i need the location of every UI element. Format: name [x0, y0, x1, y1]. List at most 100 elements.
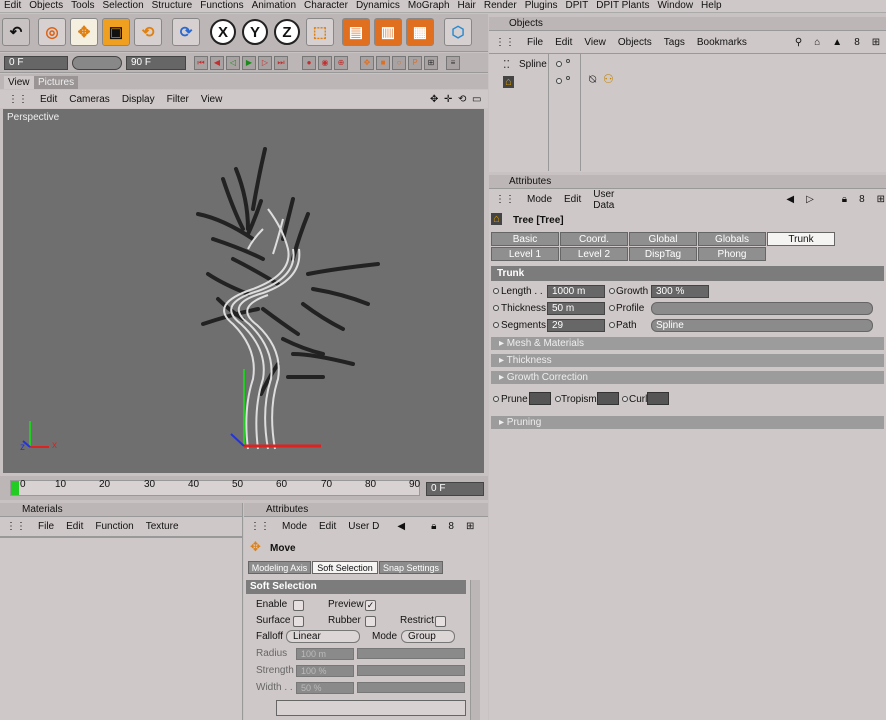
menu-character[interactable]: Character — [300, 0, 352, 12]
strength-slider[interactable] — [357, 665, 465, 676]
current-frame-field[interactable]: 0 F — [426, 482, 484, 496]
width-slider[interactable] — [357, 682, 465, 693]
timeline-icon[interactable]: ≡ — [446, 56, 460, 70]
tab-view[interactable]: View — [4, 76, 34, 89]
play-icon[interactable]: ▶ — [242, 56, 256, 70]
key-rotation-icon[interactable]: ○ — [392, 56, 406, 70]
visibility-dot[interactable] — [566, 76, 570, 80]
timeline-playhead[interactable] — [11, 481, 19, 495]
tab-pictures[interactable]: Pictures — [34, 76, 79, 89]
radius-slider[interactable] — [357, 648, 465, 659]
object-tree[interactable]: Tree — [519, 76, 539, 87]
lock-icon[interactable]: 🔒︎ — [836, 194, 853, 205]
profile-spline-field[interactable] — [651, 302, 873, 315]
falloff-graph[interactable] — [276, 700, 466, 716]
scrollbar[interactable] — [470, 580, 480, 720]
tab-phong[interactable]: Phong — [698, 247, 766, 261]
tropism-toggle[interactable] — [597, 392, 619, 405]
animate-dot[interactable] — [493, 396, 499, 402]
lock-icon[interactable]: 🔒︎ — [425, 521, 442, 532]
surface-checkbox[interactable] — [293, 616, 304, 627]
maximize-view-icon[interactable]: ▭ — [466, 94, 487, 105]
tab-snap-settings[interactable]: Snap Settings — [379, 561, 443, 574]
animate-dot[interactable] — [609, 288, 615, 294]
tab-disptag[interactable]: DispTag — [629, 247, 697, 261]
attr-menu-edit[interactable]: Edit — [558, 194, 587, 205]
prev-key-icon[interactable]: ◀ — [210, 56, 224, 70]
record-icon[interactable]: ● — [302, 56, 316, 70]
start-frame-field[interactable]: 0 F — [4, 56, 68, 70]
animate-dot[interactable] — [609, 322, 615, 328]
viewport-menu-view[interactable]: View — [195, 94, 229, 105]
lock-x-axis-button[interactable]: X — [210, 19, 236, 45]
animate-dot[interactable] — [609, 305, 615, 311]
menu-selection[interactable]: Selection — [99, 0, 148, 12]
tab-globals-output[interactable]: Globals Output — [698, 232, 766, 259]
live-selection-icon[interactable]: ◎ — [38, 18, 66, 46]
viewport-menu-edit[interactable]: Edit — [34, 94, 63, 105]
objects-menu-bookmarks[interactable]: Bookmarks — [691, 37, 753, 48]
menu-dpit[interactable]: DPIT — [562, 0, 593, 12]
lock-z-axis-button[interactable]: Z — [274, 19, 300, 45]
frame-slider[interactable] — [72, 56, 122, 70]
menu-structure[interactable]: Structure — [148, 0, 197, 12]
menu-help[interactable]: Help — [697, 0, 726, 12]
objects-menu-objects[interactable]: Objects — [612, 37, 658, 48]
prev-frame-icon[interactable]: ◁ — [226, 56, 240, 70]
perspective-viewport[interactable]: Perspective x z — [3, 109, 484, 473]
attr-menu-userdata[interactable]: User Data — [587, 189, 620, 211]
expand-icon[interactable]: ⊞ — [460, 521, 480, 532]
timeline-ruler[interactable] — [10, 480, 420, 496]
undo-icon[interactable]: ↶ — [2, 18, 30, 46]
key-position-icon[interactable]: ✥ — [360, 56, 374, 70]
timeline[interactable]: 0 10 20 30 40 50 60 70 80 90 0 F — [0, 476, 488, 500]
objects-menu-edit[interactable]: Edit — [549, 37, 578, 48]
tool-attr-menu-edit[interactable]: Edit — [313, 521, 342, 532]
animate-dot[interactable] — [493, 305, 499, 311]
end-frame-field[interactable]: 90 F — [126, 56, 186, 70]
materials-menu-file[interactable]: File — [32, 521, 60, 532]
menu-render[interactable]: Render — [480, 0, 521, 12]
next-frame-icon[interactable]: ▷ — [258, 56, 272, 70]
pruning-group[interactable]: ▸ Pruning — [491, 416, 884, 429]
visibility-dot[interactable] — [556, 61, 562, 67]
expand-icon[interactable]: ⊞ — [866, 37, 886, 48]
segments-field[interactable]: 29 — [547, 319, 605, 332]
tool-attr-menu-mode[interactable]: Mode — [276, 521, 313, 532]
expand-icon[interactable]: ⊞ — [871, 194, 886, 205]
menu-edit[interactable]: Edit — [0, 0, 25, 12]
preview-checkbox[interactable]: ✓ — [365, 600, 376, 611]
tab-trunk[interactable]: Trunk — [767, 232, 835, 246]
back-arrow-icon[interactable]: ◀ — [780, 194, 800, 205]
menu-dpit-plants[interactable]: DPIT Plants — [592, 0, 653, 12]
curl-toggle[interactable] — [647, 392, 669, 405]
menu-objects[interactable]: Objects — [25, 0, 67, 12]
tab-basic[interactable]: Basic — [491, 232, 559, 246]
mode-dropdown[interactable]: Group — [401, 630, 455, 643]
home-icon[interactable]: ⌂ — [808, 37, 826, 48]
move-tool-icon[interactable]: ✥ — [70, 18, 98, 46]
enable-checkbox[interactable] — [293, 600, 304, 611]
lock-y-axis-button[interactable]: Y — [242, 19, 268, 45]
thickness-group[interactable]: ▸ Thickness — [491, 354, 884, 367]
new-panel-icon[interactable]: 8 — [853, 194, 871, 205]
tab-soft-selection[interactable]: Soft Selection — [312, 561, 378, 574]
viewport-menu-cameras[interactable]: Cameras — [63, 94, 116, 105]
menu-window[interactable]: Window — [653, 0, 697, 12]
up-icon[interactable]: ▲ — [826, 37, 848, 48]
search-icon[interactable]: ⚲ — [789, 37, 808, 48]
key-pla-icon[interactable]: ⊞ — [424, 56, 438, 70]
tab-coord[interactable]: Coord. — [560, 232, 628, 246]
materials-menu-texture[interactable]: Texture — [140, 521, 185, 532]
length-field[interactable]: 1000 m — [547, 285, 605, 298]
menu-functions[interactable]: Functions — [196, 0, 247, 12]
material-tag-icon[interactable]: ⍉ — [589, 73, 596, 85]
objects-menu-file[interactable]: File — [521, 37, 549, 48]
menu-animation[interactable]: Animation — [248, 0, 300, 12]
falloff-dropdown[interactable]: Linear — [286, 630, 360, 643]
width-field[interactable]: 50 % — [296, 682, 354, 694]
animate-dot[interactable] — [622, 396, 628, 402]
new-panel-icon[interactable]: 8 — [442, 521, 460, 532]
objects-menu-tags[interactable]: Tags — [658, 37, 691, 48]
object-spline[interactable]: Spline — [519, 59, 547, 70]
